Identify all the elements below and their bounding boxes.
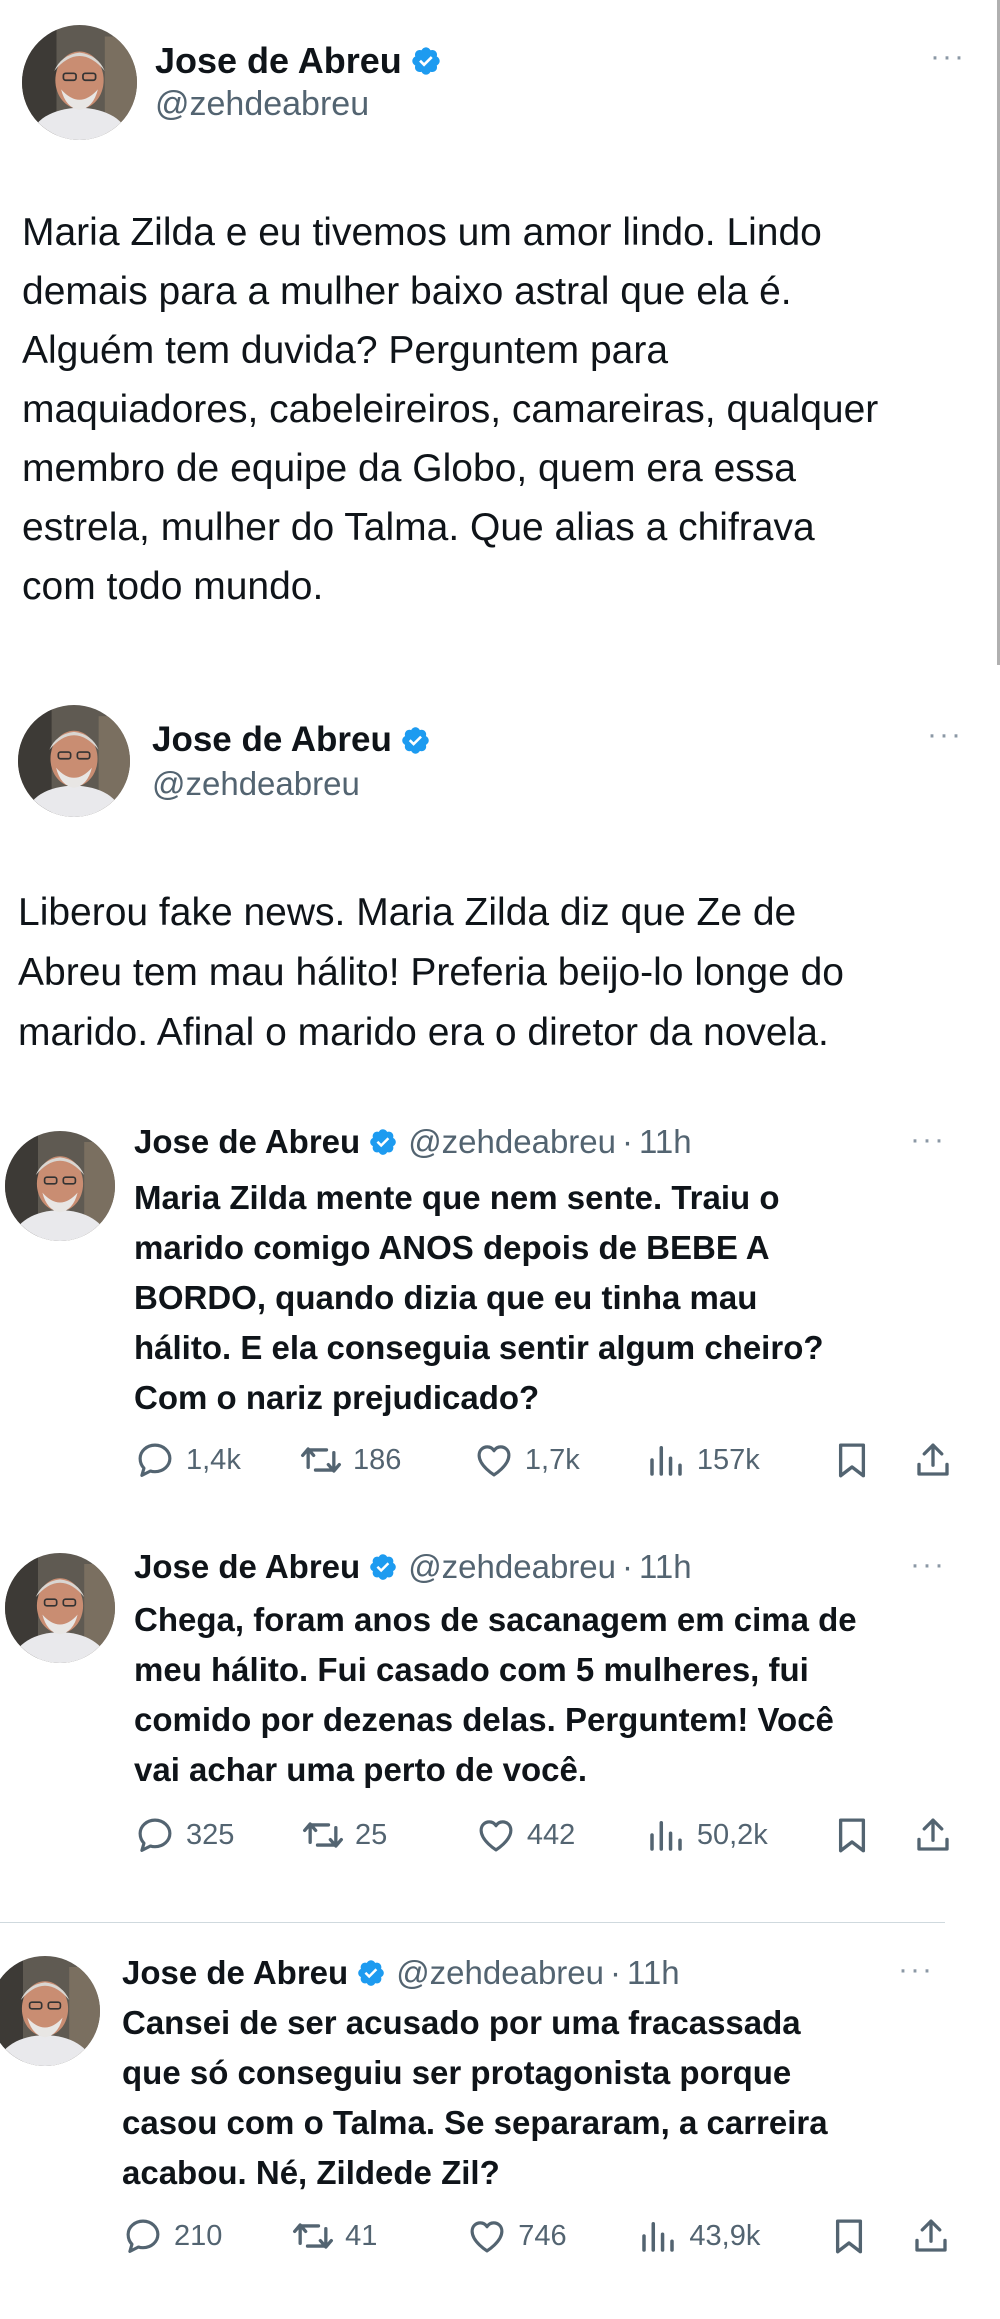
bookmark-icon [828,2215,870,2257]
author-name-row: Jose de Abreu [152,715,431,765]
views-icon [645,1814,687,1856]
reply-icon [134,1814,176,1856]
author-handle[interactable]: @zehdeabreu [408,1123,616,1161]
views-icon [637,2215,679,2257]
views-button[interactable]: 43,9k [637,2215,828,2257]
views-button[interactable]: 50,2k [645,1814,832,1856]
retweet-icon [299,1438,343,1482]
like-button[interactable]: 1,7k [473,1439,645,1481]
heart-icon [466,2215,508,2257]
action-bar: 1,4k 186 1,7k 157k [134,1435,954,1485]
action-bar: 210 41 746 43,9k [122,2211,952,2261]
reply-icon [122,2215,164,2257]
heart-icon [475,1814,517,1856]
author-name-row: Jose de Abreu @zehdeabreu · 11h [122,1948,680,1998]
like-count: 1,7k [524,1443,580,1476]
verified-badge-icon [356,1958,386,1988]
like-button[interactable]: 746 [466,2215,637,2257]
meta-separator: · [622,1123,634,1160]
avatar[interactable] [22,25,137,140]
bookmark-button[interactable] [831,1814,912,1856]
action-bar: 325 25 442 50,2k [134,1810,954,1860]
views-icon [645,1439,687,1481]
retweet-button[interactable]: 186 [299,1438,473,1482]
reply-count: 1,4k [186,1443,241,1476]
author-name[interactable]: Jose de Abreu [155,40,402,82]
author-handle[interactable]: @zehdeabreu [152,765,360,803]
like-button[interactable]: 442 [475,1814,645,1856]
reply-tweet-2: Jose de Abreu @zehdeabreu · 11h ··· Cheg… [0,1515,1000,1920]
author-name[interactable]: Jose de Abreu [134,1548,360,1586]
tweet-text: Liberou fake news. Maria Zilda diz que Z… [18,891,844,1054]
bookmark-button[interactable] [828,2215,910,2257]
retweet-button[interactable]: 41 [291,2214,466,2258]
tweet-text: Maria Zilda mente que nem sente. Traiu o… [134,1179,824,1416]
reply-button[interactable]: 210 [122,2215,291,2257]
reply-count: 325 [186,1818,235,1851]
reply-count: 210 [174,2219,223,2252]
bookmark-button[interactable] [831,1439,912,1481]
timestamp[interactable]: 11h [639,1548,692,1586]
tweet-text: Chega, foram anos de sacanagem em cima d… [134,1601,857,1788]
share-icon [912,1814,954,1856]
more-options-icon[interactable]: ··· [910,1125,946,1155]
avatar[interactable] [18,705,130,817]
tweet-1: Jose de Abreu @zehdeabreu ··· Maria Zild… [0,0,1000,665]
view-count: 43,9k [689,2219,761,2252]
heart-icon [473,1439,515,1481]
more-options-icon[interactable]: ··· [927,720,963,750]
like-count: 746 [518,2219,567,2252]
timestamp[interactable]: 11h [639,1123,692,1161]
tweet-2: Jose de Abreu @zehdeabreu ··· Liberou fa… [0,665,1000,1095]
retweet-count: 41 [345,2219,378,2252]
verified-badge-icon [410,45,442,77]
author-name-row: Jose de Abreu [155,35,442,87]
verified-badge-icon [400,725,431,756]
tweet-text: Cansei de ser acusado por uma fracassada… [122,2004,828,2191]
author-name[interactable]: Jose de Abreu [152,720,392,760]
reply-button[interactable]: 1,4k [134,1439,299,1481]
retweet-icon [301,1813,345,1857]
bookmark-icon [831,1439,873,1481]
like-count: 442 [526,1818,576,1851]
verified-badge-icon [368,1127,398,1157]
more-options-icon[interactable]: ··· [898,1955,934,1985]
meta-separator: · [622,1548,634,1585]
more-options-icon[interactable]: ··· [910,1550,946,1580]
view-count: 50,2k [696,1818,768,1851]
meta-separator: · [610,1954,622,1991]
tweet-text: Maria Zilda e eu tivemos um amor lindo. … [22,211,879,608]
retweet-count: 186 [353,1443,402,1476]
author-handle[interactable]: @zehdeabreu [396,1954,604,1992]
reply-tweet-1: Jose de Abreu @zehdeabreu · 11h ··· Mari… [0,1095,1000,1515]
retweet-icon [291,2214,335,2258]
views-button[interactable]: 157k [645,1439,832,1481]
reply-tweet-3: Jose de Abreu @zehdeabreu · 11h ··· Cans… [0,1923,1000,2319]
bookmark-icon [831,1814,873,1856]
reply-button[interactable]: 325 [134,1814,301,1856]
author-handle[interactable]: @zehdeabreu [408,1548,616,1586]
share-button[interactable] [910,2215,952,2257]
share-button[interactable] [912,1814,954,1856]
view-count: 157k [696,1443,760,1476]
share-icon [912,1439,954,1481]
timestamp[interactable]: 11h [627,1954,680,1992]
share-icon [910,2215,952,2257]
author-name-row: Jose de Abreu @zehdeabreu · 11h [134,1117,692,1167]
author-name-row: Jose de Abreu @zehdeabreu · 11h [134,1542,692,1592]
retweet-button[interactable]: 25 [301,1813,475,1857]
author-name[interactable]: Jose de Abreu [122,1954,348,1992]
retweet-count: 25 [355,1818,388,1851]
avatar[interactable] [5,1131,115,1241]
share-button[interactable] [912,1439,954,1481]
verified-badge-icon [368,1552,398,1582]
author-name[interactable]: Jose de Abreu [134,1123,360,1161]
author-handle[interactable]: @zehdeabreu [155,85,369,124]
avatar[interactable] [0,1956,100,2066]
reply-icon [134,1439,176,1481]
avatar[interactable] [5,1553,115,1663]
more-options-icon[interactable]: ··· [930,42,966,72]
